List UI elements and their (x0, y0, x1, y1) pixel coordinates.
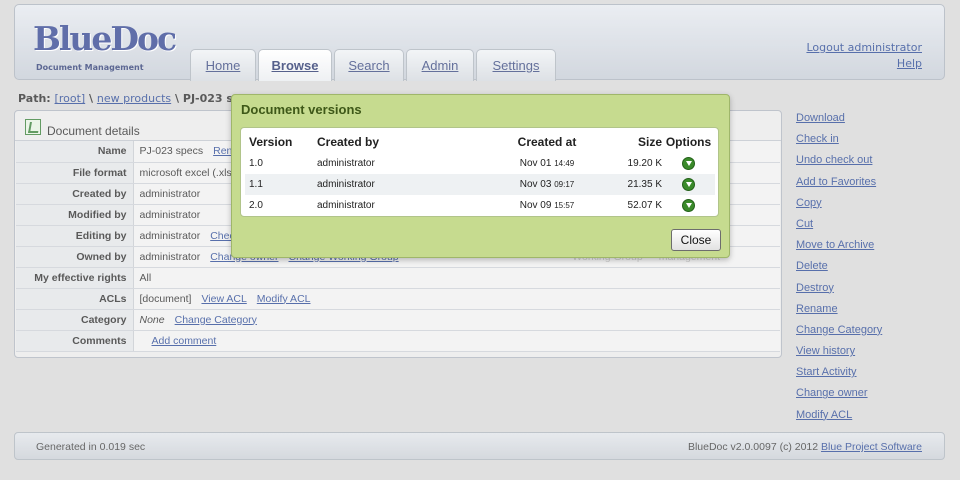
version-cell: 1.0 (249, 158, 263, 169)
version-cell: 2.0 (249, 200, 263, 211)
dialog-title: Document versions (241, 102, 362, 117)
download-icon[interactable] (682, 157, 695, 170)
table-row: 1.1 administrator Nov 03 09:17 21.35 K (245, 174, 715, 195)
date: Nov 09 (519, 200, 552, 211)
date: Nov 03 (519, 179, 552, 190)
created-by-cell: administrator (317, 158, 375, 169)
close-button[interactable]: Close (671, 229, 721, 251)
time: 14:49 (554, 159, 575, 168)
col-options: Options (665, 135, 712, 149)
time: 09:17 (554, 180, 575, 189)
table-header-row: Version Created by Created at Size Optio… (245, 131, 715, 153)
created-by-cell: administrator (317, 200, 375, 211)
versions-table: Version Created by Created at Size Optio… (245, 131, 715, 216)
created-by-cell: administrator (317, 174, 487, 195)
versions-panel: Version Created by Created at Size Optio… (240, 127, 719, 217)
table-row: 2.0 administrator Nov 09 15:57 52.07 K (245, 195, 715, 216)
col-created-by: Created by (317, 135, 380, 149)
time: 15:57 (554, 201, 575, 210)
document-versions-dialog: Document versions Version Created by Cre… (231, 94, 730, 258)
created-at-cell: Nov 09 15:57 (487, 195, 607, 216)
version-cell: 1.1 (245, 174, 317, 195)
col-created-at: Created at (517, 135, 577, 149)
size-cell: 52.07 K (627, 200, 662, 211)
download-icon[interactable] (682, 199, 695, 212)
download-icon[interactable] (682, 178, 695, 191)
size-cell: 19.20 K (627, 158, 662, 169)
date: Nov 01 (519, 158, 552, 169)
table-row: 1.0 administrator Nov 01 14:49 19.20 K (245, 153, 715, 174)
created-at-cell: Nov 01 14:49 (487, 153, 607, 174)
created-at-cell: Nov 03 09:17 (487, 174, 607, 195)
col-version: Version (249, 135, 293, 149)
col-size: Size (637, 135, 662, 149)
size-cell: 21.35 K (607, 174, 662, 195)
